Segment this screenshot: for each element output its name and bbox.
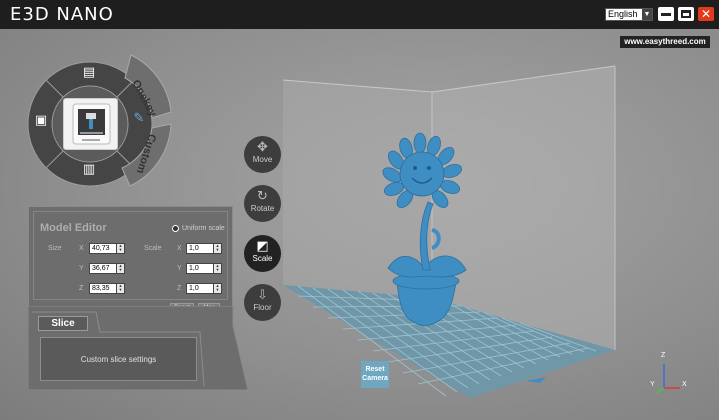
custom-slice-settings-button[interactable]: Custom slice settings	[40, 337, 197, 381]
scale-y-spinner[interactable]: ▲ ▼	[213, 263, 222, 274]
scale-z-spinner[interactable]: ▲ ▼	[213, 283, 222, 294]
size-z-spinner[interactable]: ▲ ▼	[116, 283, 125, 294]
scale-y-field[interactable]: 1,0	[186, 263, 214, 274]
scale-x-spinner[interactable]: ▲ ▼	[213, 243, 222, 254]
size-x-field[interactable]: 40,73	[89, 243, 117, 254]
size-z-label: Z	[79, 285, 84, 292]
scale-z-label: Z	[177, 285, 182, 292]
left-eye	[413, 166, 417, 170]
file-icon[interactable]: ▤	[80, 64, 98, 80]
scale-icon: ◩	[256, 238, 269, 253]
title-bar: E3D NANO English ▼ ✕	[0, 0, 719, 29]
size-x-spinner[interactable]: ▲ ▼	[116, 243, 125, 254]
slice-tab[interactable]: Slice	[38, 316, 88, 331]
printer-icon	[72, 103, 111, 145]
axis-x-label: X	[682, 381, 687, 388]
size-y-label: Y	[79, 265, 84, 272]
right-eye	[427, 166, 431, 170]
scale-x-field[interactable]: 1,0	[186, 243, 214, 254]
axis-y-label: Y	[650, 381, 655, 388]
delete-icon[interactable]: ▥	[80, 161, 98, 177]
move-tool-button[interactable]: ✥ Move	[244, 136, 281, 173]
model-editor-title: Model Editor	[40, 222, 107, 234]
size-label: Size	[48, 245, 62, 252]
size-z-field[interactable]: 83,35	[89, 283, 117, 294]
uniform-scale-radio[interactable]	[172, 225, 179, 232]
language-value: English	[608, 9, 638, 19]
scale-y-label: Y	[177, 265, 182, 272]
close-icon: ✕	[700, 7, 712, 21]
uniform-scale-label: Uniform scale	[182, 225, 225, 232]
scale-label: Scale	[252, 254, 273, 263]
floor-icon: ⇩	[257, 287, 268, 302]
maximize-button[interactable]	[678, 7, 694, 21]
scale-label: Scale	[144, 245, 162, 252]
scale-x-label: X	[177, 245, 182, 252]
save-icon[interactable]: ▣	[32, 112, 50, 128]
close-button[interactable]: ✕	[698, 7, 714, 21]
floor-tool-button[interactable]: ⇩ Floor	[244, 284, 281, 321]
printer-thumbnail[interactable]	[63, 98, 118, 150]
language-select[interactable]: English ▼	[605, 8, 653, 21]
axis-z-label: Z	[661, 352, 666, 359]
size-y-field[interactable]: 36,67	[89, 263, 117, 274]
move-label: Move	[252, 155, 273, 164]
axis-gizmo	[655, 364, 680, 394]
floor-label: Floor	[253, 303, 272, 312]
move-icon: ✥	[257, 139, 268, 154]
scale-z-field[interactable]: 1,0	[186, 283, 214, 294]
size-x-label: X	[79, 245, 84, 252]
app-title: E3D NANO	[10, 4, 114, 25]
rotate-label: Rotate	[250, 204, 275, 213]
scale-tool-button[interactable]: ◩ Scale	[244, 235, 281, 272]
rotate-tool-button[interactable]: ↻ Rotate	[244, 185, 281, 222]
size-y-spinner[interactable]: ▲ ▼	[116, 263, 125, 274]
rotate-icon: ↻	[257, 188, 268, 203]
minimize-button[interactable]	[658, 7, 674, 21]
flower-face	[399, 151, 445, 197]
reset-camera-button[interactable]: Reset Camera	[361, 361, 389, 388]
chevron-down-icon: ▼	[642, 9, 652, 20]
